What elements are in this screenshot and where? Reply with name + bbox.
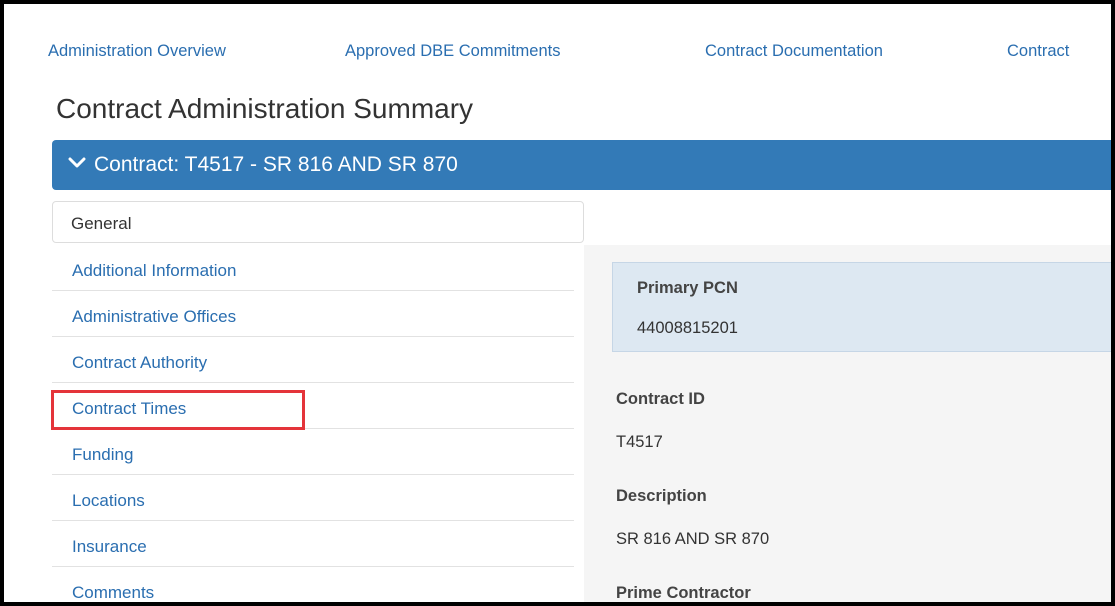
sidebar-item-label: Additional Information [72,261,237,280]
sidebar-item-funding[interactable]: Funding [52,429,574,475]
sidebar-item-label: Comments [72,583,155,602]
sidebar-item-insurance[interactable]: Insurance [52,521,574,567]
description-label: Description [616,487,707,505]
contract-id-value: T4517 [616,433,663,451]
nav-contract-documentation[interactable]: Contract Documentation [705,42,883,61]
page-title: Contract Administration Summary [56,93,474,124]
contract-times-highlight-box [51,390,305,430]
sidebar-item-label: Locations [72,491,145,510]
sidebar-item-label: Insurance [72,537,147,556]
primary-pcn-value: 44008815201 [637,319,738,337]
nav-approved-dbe-commitments[interactable]: Approved DBE Commitments [345,42,561,61]
nav-administration-overview[interactable]: Administration Overview [48,42,226,61]
prime-contractor-label: Prime Contractor [616,584,751,602]
nav-contract[interactable]: Contract [1007,42,1069,61]
sidebar-item-comments[interactable]: Comments [52,567,574,602]
contract-header-toggle[interactable]: Contract: T4517 - SR 816 AND SR 870 [52,140,1111,190]
sidebar-item-label: Contract Authority [72,353,208,372]
sidebar-item-label: Administrative Offices [72,307,237,326]
contract-header-label: Contract: T4517 - SR 816 AND SR 870 [94,153,458,176]
sidebar-item-label: Funding [72,445,134,464]
primary-pcn-label: Primary PCN [637,279,738,297]
primary-pcn-panel: Primary PCN 44008815201 [612,262,1111,352]
chevron-down-icon [68,157,86,168]
description-value: SR 816 AND SR 870 [616,530,770,548]
contract-id-label: Contract ID [616,390,705,408]
sidebar-item-contract-authority[interactable]: Contract Authority [52,337,574,383]
sidebar-item-additional-information[interactable]: Additional Information [52,245,574,291]
sidebar-item-administrative-offices[interactable]: Administrative Offices [52,291,574,337]
sidebar-item-locations[interactable]: Locations [52,475,574,521]
screenshot-frame: Administration Overview Approved DBE Com… [0,0,1115,606]
sidebar-item-general[interactable]: General [52,201,584,243]
